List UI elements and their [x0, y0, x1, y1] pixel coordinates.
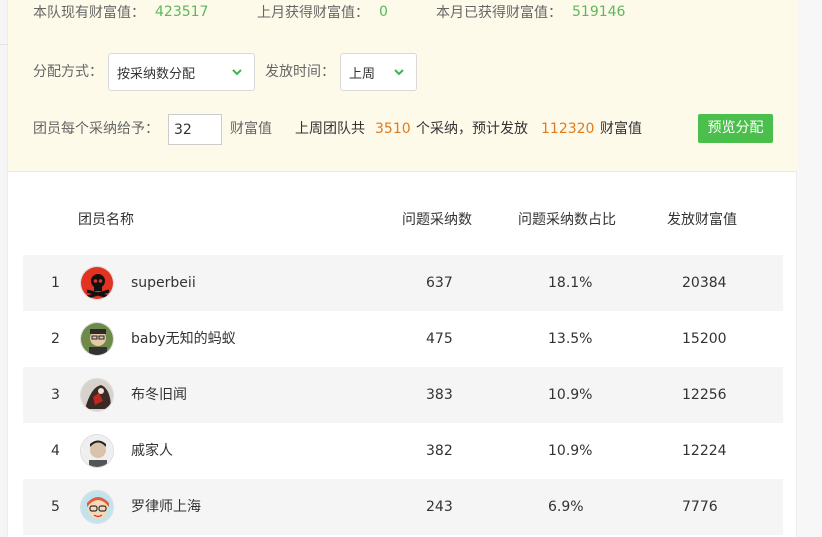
stat-this-month-label: 本月已获得财富值： — [436, 5, 562, 21]
table-header: 团员名称 问题采纳数 问题采纳数占比 发放财富值 — [23, 195, 783, 243]
header-adopt-count: 问题采纳数 — [402, 212, 472, 228]
row-pct: 10.9% — [548, 387, 593, 403]
row-count: 243 — [426, 499, 453, 515]
header-member-name: 团员名称 — [78, 212, 134, 228]
row-pct: 18.1% — [548, 275, 593, 291]
row-value: 20384 — [682, 275, 727, 291]
members-table: 团员名称 问题采纳数 问题采纳数占比 发放财富值 1 superbeii 637… — [23, 195, 783, 535]
left-border — [0, 0, 8, 537]
stat-this-month-value: 519146 — [572, 4, 626, 20]
distribution-row: 分配方式： 按采纳数分配 发放时间： 上周 — [33, 53, 433, 91]
row-pct: 10.9% — [548, 443, 593, 459]
row-value: 12224 — [682, 443, 727, 459]
method-label: 分配方式： — [33, 64, 103, 80]
member-name-link[interactable]: superbeii — [131, 255, 196, 311]
row-rank: 1 — [51, 275, 60, 291]
avatar[interactable] — [80, 490, 114, 524]
row-pct: 6.9% — [548, 499, 584, 515]
avatar[interactable] — [80, 266, 114, 300]
summary-total: 112320 — [541, 121, 595, 137]
method-select[interactable]: 按采纳数分配 — [108, 53, 255, 91]
row-rank: 4 — [51, 443, 60, 459]
chevron-down-icon — [230, 65, 244, 79]
row-value: 12256 — [682, 387, 727, 403]
per-adopt-unit: 财富值 — [230, 121, 272, 137]
row-value: 15200 — [682, 331, 727, 347]
header-adopt-ratio: 问题采纳数占比 — [518, 212, 616, 228]
time-select[interactable]: 上周 — [340, 53, 417, 91]
per-adopt-input[interactable] — [168, 114, 222, 145]
table-row: 1 superbeii 637 18.1% 20384 — [23, 255, 783, 311]
summary-mid: 个采纳，预计发放 — [416, 121, 528, 137]
right-scroll-area — [796, 0, 822, 537]
per-adopt-row: 团员每个采纳给予： 财富值 上周团队共 3510 个采纳，预计发放 112320… — [33, 113, 793, 145]
stat-this-month: 本月已获得财富值： 519146 — [436, 2, 625, 22]
row-count: 475 — [426, 331, 453, 347]
time-select-value: 上周 — [349, 66, 376, 82]
summary-unit: 财富值 — [600, 121, 642, 137]
stat-last-month: 上月获得财富值： 0 — [257, 2, 388, 22]
row-pct: 13.5% — [548, 331, 593, 347]
row-count: 637 — [426, 275, 453, 291]
left-border-notch — [0, 44, 8, 45]
avatar[interactable] — [80, 434, 114, 468]
row-count: 383 — [426, 387, 453, 403]
table-row: 2 baby无知的蚂蚁 475 13.5% 15200 — [23, 311, 783, 367]
table-row: 3 布冬旧闻 383 10.9% 12256 — [23, 367, 783, 423]
stat-current-value: 423517 — [155, 4, 209, 20]
stat-last-month-label: 上月获得财富值： — [257, 5, 369, 21]
row-rank: 3 — [51, 387, 60, 403]
per-adopt-label: 团员每个采纳给予： — [33, 121, 159, 137]
summary-prefix: 上周团队共 — [295, 121, 365, 137]
stat-current: 本队现有财富值： 423517 — [33, 2, 208, 22]
row-rank: 5 — [51, 499, 60, 515]
summary-count: 3510 — [375, 121, 411, 137]
stat-current-label: 本队现有财富值： — [33, 5, 145, 21]
time-label: 发放时间： — [265, 64, 335, 80]
table-row: 5 罗律师上海 243 6.9% 7776 — [23, 479, 783, 535]
stat-last-month-value: 0 — [379, 4, 388, 20]
avatar[interactable] — [80, 378, 114, 412]
avatar[interactable] — [80, 322, 114, 356]
preview-distribution-button[interactable]: 预览分配 — [698, 114, 773, 143]
row-count: 382 — [426, 443, 453, 459]
header-wealth-value: 发放财富值 — [667, 212, 737, 228]
method-select-value: 按采纳数分配 — [117, 66, 196, 82]
table-row: 4 戚家人 382 10.9% 12224 — [23, 423, 783, 479]
member-name-link[interactable]: 布冬旧闻 — [131, 367, 187, 423]
settings-panel: 本队现有财富值： 423517 上月获得财富值： 0 本月已获得财富值： 519… — [8, 0, 797, 172]
chevron-down-icon — [392, 65, 406, 79]
row-value: 7776 — [682, 499, 718, 515]
member-name-link[interactable]: 戚家人 — [131, 423, 173, 479]
member-name-link[interactable]: 罗律师上海 — [131, 479, 201, 535]
member-name-link[interactable]: baby无知的蚂蚁 — [131, 311, 236, 367]
row-rank: 2 — [51, 331, 60, 347]
